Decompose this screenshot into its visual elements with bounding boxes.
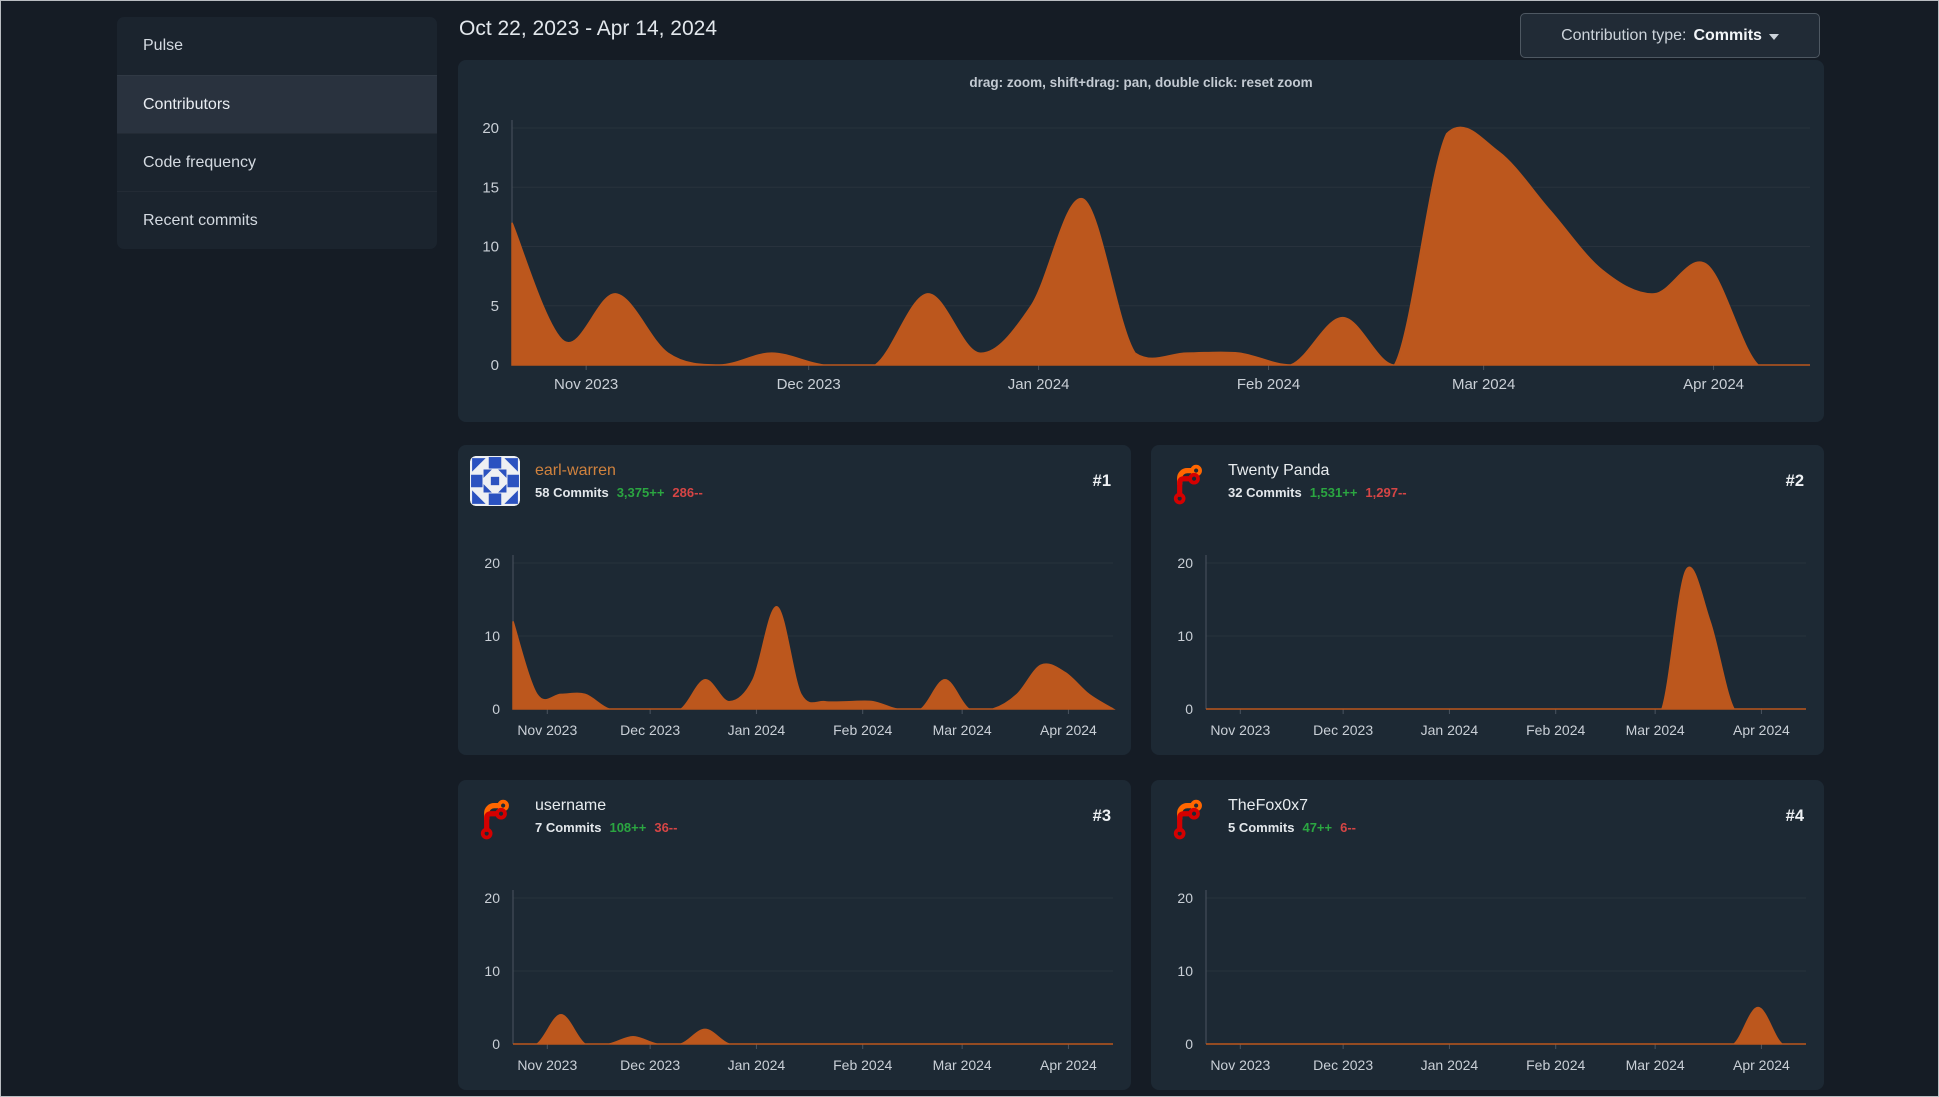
contribution-type-dropdown[interactable]: Contribution type: Commits bbox=[1520, 13, 1820, 58]
deletions-count: 6-- bbox=[1340, 820, 1357, 835]
svg-text:Feb 2024: Feb 2024 bbox=[833, 722, 892, 738]
svg-text:Nov 2023: Nov 2023 bbox=[517, 1057, 577, 1073]
svg-text:5: 5 bbox=[491, 298, 499, 315]
svg-text:Feb 2024: Feb 2024 bbox=[833, 1057, 892, 1073]
contributor-stats: 5 Commits 47++ 6-- bbox=[1228, 820, 1356, 835]
svg-text:Dec 2023: Dec 2023 bbox=[1313, 722, 1373, 738]
svg-text:Dec 2023: Dec 2023 bbox=[1313, 1057, 1373, 1073]
contributor-card-4: TheFox0x7 5 Commits 47++ 6-- #4 0 10 20 Nov… bbox=[1151, 780, 1824, 1090]
rank-badge: #4 bbox=[1785, 806, 1804, 825]
svg-text:15: 15 bbox=[482, 179, 499, 196]
svg-text:0: 0 bbox=[491, 357, 499, 374]
svg-text:20: 20 bbox=[1177, 555, 1193, 571]
svg-text:20: 20 bbox=[1177, 890, 1193, 906]
svg-text:Jan 2024: Jan 2024 bbox=[1421, 1057, 1479, 1073]
svg-text:10: 10 bbox=[1177, 963, 1193, 979]
svg-text:10: 10 bbox=[1177, 628, 1193, 644]
additions-count: 108++ bbox=[609, 820, 647, 835]
contributor-header: Twenty Panda 32 Commits 1,531++ 1,297-- … bbox=[1163, 455, 1804, 507]
svg-text:Mar 2024: Mar 2024 bbox=[933, 722, 992, 738]
rank-badge: #1 bbox=[1092, 471, 1111, 490]
commit-count: 5 Commits bbox=[1228, 820, 1295, 835]
commit-count: 32 Commits bbox=[1228, 485, 1302, 500]
svg-text:Mar 2024: Mar 2024 bbox=[1452, 376, 1515, 393]
svg-text:Dec 2023: Dec 2023 bbox=[777, 376, 841, 393]
svg-text:Apr 2024: Apr 2024 bbox=[1040, 722, 1097, 738]
svg-text:Apr 2024: Apr 2024 bbox=[1683, 376, 1744, 393]
svg-text:20: 20 bbox=[484, 555, 500, 571]
svg-text:Feb 2024: Feb 2024 bbox=[1526, 722, 1585, 738]
contributor-stats: 58 Commits 3,375++ 286-- bbox=[535, 485, 703, 500]
repo-activity-page: { "sidebar": { "items": [ { "label": "Pu… bbox=[0, 0, 1939, 1097]
svg-text:10: 10 bbox=[484, 963, 500, 979]
svg-text:Feb 2024: Feb 2024 bbox=[1526, 1057, 1585, 1073]
svg-text:Dec 2023: Dec 2023 bbox=[620, 722, 680, 738]
svg-text:Mar 2024: Mar 2024 bbox=[1626, 1057, 1685, 1073]
svg-text:0: 0 bbox=[1185, 1036, 1193, 1052]
avatar[interactable] bbox=[470, 456, 520, 506]
contribution-type-value: Commits bbox=[1693, 26, 1762, 44]
svg-text:Jan 2024: Jan 2024 bbox=[728, 1057, 786, 1073]
svg-text:0: 0 bbox=[492, 701, 500, 717]
svg-text:20: 20 bbox=[482, 120, 499, 137]
commit-count: 58 Commits bbox=[535, 485, 609, 500]
commit-count: 7 Commits bbox=[535, 820, 602, 835]
activity-sidebar: Pulse Contributors Code frequency Recent… bbox=[117, 17, 437, 249]
svg-text:Jan 2024: Jan 2024 bbox=[728, 722, 786, 738]
svg-text:0: 0 bbox=[492, 1036, 500, 1052]
contributor-card-1: earl-warren 58 Commits 3,375++ 286-- #1 … bbox=[458, 445, 1131, 755]
contributor-stats: 7 Commits 108++ 36-- bbox=[535, 820, 677, 835]
contributor-header: username 7 Commits 108++ 36-- #3 bbox=[470, 790, 1111, 842]
overall-contributions-card: drag: zoom, shift+drag: pan, double clic… bbox=[458, 60, 1824, 422]
sidebar-item-contributors[interactable]: Contributors bbox=[117, 75, 437, 133]
svg-text:Nov 2023: Nov 2023 bbox=[517, 722, 577, 738]
svg-text:Apr 2024: Apr 2024 bbox=[1040, 1057, 1097, 1073]
additions-count: 47++ bbox=[1302, 820, 1333, 835]
svg-text:Dec 2023: Dec 2023 bbox=[620, 1057, 680, 1073]
contributor-name: TheFox0x7 bbox=[1228, 797, 1309, 814]
rank-badge: #3 bbox=[1092, 806, 1111, 825]
contributor-header: earl-warren 58 Commits 3,375++ 286-- #1 bbox=[470, 455, 1111, 507]
sidebar-item-code-frequency[interactable]: Code frequency bbox=[117, 133, 437, 191]
sidebar-item-pulse[interactable]: Pulse bbox=[117, 17, 437, 75]
svg-text:Nov 2023: Nov 2023 bbox=[1210, 1057, 1270, 1073]
contributor-name-link[interactable]: earl-warren bbox=[535, 462, 703, 480]
contributor-card-2: Twenty Panda 32 Commits 1,531++ 1,297-- … bbox=[1151, 445, 1824, 755]
deletions-count: 36-- bbox=[654, 820, 678, 835]
svg-text:Apr 2024: Apr 2024 bbox=[1733, 722, 1790, 738]
svg-text:0: 0 bbox=[1185, 701, 1193, 717]
additions-count: 3,375++ bbox=[616, 485, 665, 500]
forgejo-logo-avatar bbox=[470, 791, 520, 841]
svg-text:Mar 2024: Mar 2024 bbox=[1626, 722, 1685, 738]
contribution-type-label: Contribution type: bbox=[1561, 26, 1687, 44]
additions-count: 1,531++ bbox=[1309, 485, 1358, 500]
deletions-count: 286-- bbox=[672, 485, 703, 500]
sidebar-item-recent-commits[interactable]: Recent commits bbox=[117, 191, 437, 249]
svg-text:Feb 2024: Feb 2024 bbox=[1237, 376, 1300, 393]
contributor-card-3: username 7 Commits 108++ 36-- #3 0 10 20 No… bbox=[458, 780, 1131, 1090]
date-range-title: Oct 22, 2023 - Apr 14, 2024 bbox=[459, 17, 718, 40]
deletions-count: 1,297-- bbox=[1365, 485, 1407, 500]
contributor-header: TheFox0x7 5 Commits 47++ 6-- #4 bbox=[1163, 790, 1804, 842]
svg-text:Nov 2023: Nov 2023 bbox=[1210, 722, 1270, 738]
svg-text:Apr 2024: Apr 2024 bbox=[1733, 1057, 1790, 1073]
forgejo-logo-avatar bbox=[1163, 791, 1213, 841]
contributor-stats: 32 Commits 1,531++ 1,297-- bbox=[1228, 485, 1407, 500]
contributor-name: username bbox=[535, 797, 607, 814]
contributor-name: Twenty Panda bbox=[1228, 462, 1330, 479]
chevron-down-icon bbox=[1768, 34, 1779, 40]
svg-text:Jan 2024: Jan 2024 bbox=[1421, 722, 1479, 738]
contributions-area-chart[interactable]: 0 5 10 15 20 Nov 2023 Dec 2023 Jan 2024 Feb 2024… bbox=[458, 60, 1824, 422]
svg-text:Nov 2023: Nov 2023 bbox=[554, 376, 618, 393]
svg-text:20: 20 bbox=[484, 890, 500, 906]
svg-text:10: 10 bbox=[484, 628, 500, 644]
rank-badge: #2 bbox=[1785, 471, 1804, 490]
svg-text:Mar 2024: Mar 2024 bbox=[933, 1057, 992, 1073]
svg-text:Jan 2024: Jan 2024 bbox=[1008, 376, 1070, 393]
forgejo-logo-avatar bbox=[1163, 456, 1213, 506]
svg-text:10: 10 bbox=[482, 239, 499, 256]
chart-zoom-hint: drag: zoom, shift+drag: pan, double clic… bbox=[969, 75, 1313, 90]
